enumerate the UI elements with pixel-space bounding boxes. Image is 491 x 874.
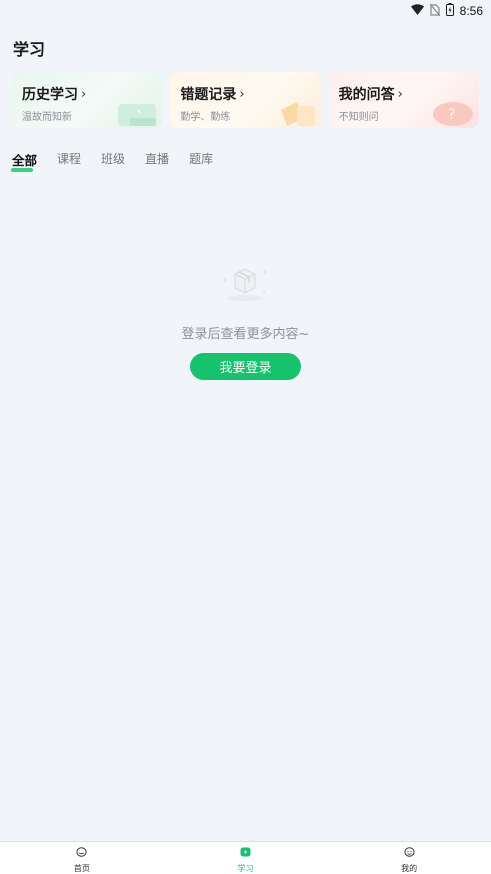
tab-courses[interactable]: 课程 — [57, 150, 81, 169]
page-title: 学习 — [13, 40, 46, 59]
clock-time: 8:56 — [459, 4, 483, 18]
notebook-illustration-icon — [275, 98, 317, 128]
nav-label: 学习 — [237, 864, 254, 873]
empty-state-message: 登录后查看更多内容~ — [181, 327, 310, 342]
tab-live[interactable]: 直播 — [145, 150, 169, 169]
tab-all[interactable]: 全部 — [10, 150, 37, 172]
card-title: 错题记录 — [180, 87, 237, 103]
battery-icon — [445, 3, 454, 19]
status-bar: 8:56 — [0, 0, 491, 22]
nav-label: 我的 — [401, 864, 418, 873]
nav-study[interactable]: 学习 — [165, 842, 325, 874]
card-title: 历史学习 — [22, 87, 78, 103]
bottom-nav: 首页 学习 我的 — [0, 841, 491, 874]
wrong-questions-card[interactable]: 错题记录 › 勤学、勤练 — [170, 72, 321, 128]
chevron-right-icon: › — [81, 86, 87, 102]
tab-question-bank[interactable]: 题库 — [189, 150, 213, 169]
home-icon — [76, 842, 87, 861]
tab-classes[interactable]: 班级 — [101, 150, 125, 169]
svg-text:?: ? — [448, 107, 455, 123]
login-button[interactable]: 我要登录 — [190, 353, 301, 380]
study-icon — [240, 842, 251, 861]
nav-home[interactable]: 首页 — [2, 842, 162, 874]
quick-cards: 历史学习 › 温故而知新 错题记录 › 勤学、勤练 我的问答 › 不知则问 ? — [12, 72, 479, 128]
study-screen: 8:56 学习 历史学习 › 温故而知新 错题记录 › 勤学、勤练 我的问答 ›… — [0, 0, 491, 874]
chevron-right-icon: › — [397, 86, 403, 102]
no-sim-icon — [429, 3, 441, 19]
empty-box-icon — [217, 262, 273, 308]
wifi-icon — [410, 4, 424, 18]
category-tabs: 全部 课程 班级 直播 题库 — [10, 150, 213, 172]
nav-profile[interactable]: 我的 — [329, 842, 489, 874]
profile-icon — [404, 842, 415, 861]
question-illustration-icon: ? — [431, 96, 475, 128]
history-study-card[interactable]: 历史学习 › 温故而知新 — [12, 72, 163, 128]
chevron-right-icon: › — [239, 86, 245, 102]
nav-label: 首页 — [73, 864, 90, 873]
card-title: 我的问答 — [338, 87, 395, 103]
my-qa-card[interactable]: 我的问答 › 不知则问 ? — [328, 72, 479, 128]
clock-illustration-icon — [118, 100, 158, 128]
